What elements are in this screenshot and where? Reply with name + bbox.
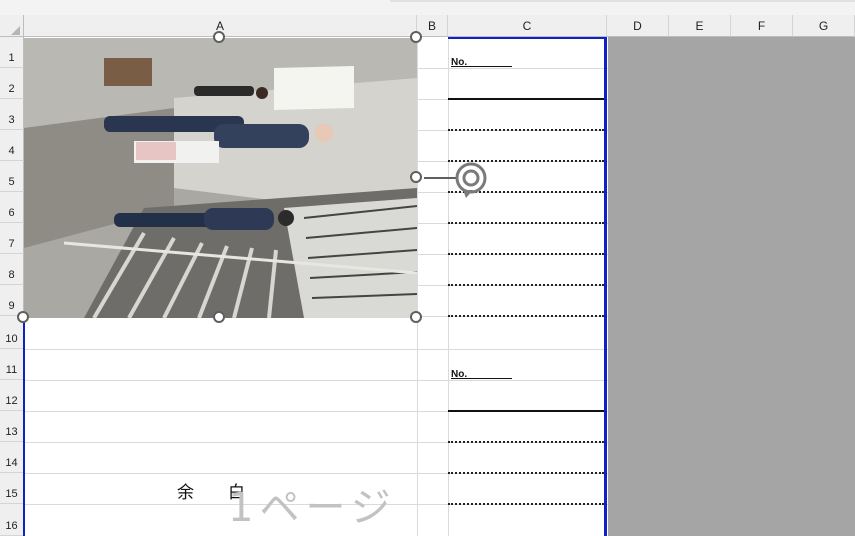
form-dotted-line — [448, 129, 604, 131]
column-header-g[interactable]: G — [793, 15, 855, 37]
row-header-5[interactable]: 5 — [0, 161, 24, 192]
select-all-triangle-icon[interactable] — [11, 26, 20, 35]
form-solid-line — [448, 98, 604, 100]
row-header-6[interactable]: 6 — [0, 192, 24, 223]
outside-print-area — [608, 37, 855, 536]
no-label: No. — [451, 369, 468, 380]
form-dotted-line — [448, 284, 604, 286]
resize-handle-bottom[interactable] — [213, 311, 225, 323]
page-break-watermark: 1ページ — [228, 485, 397, 531]
row-header-8[interactable]: 8 — [0, 254, 24, 285]
row-header-7[interactable]: 7 — [0, 223, 24, 254]
gridline — [448, 37, 449, 536]
row-header-11[interactable]: 11 — [0, 349, 24, 380]
row-header-2[interactable]: 2 — [0, 68, 24, 99]
row-header-16[interactable]: 16 — [0, 504, 24, 536]
gridline — [24, 349, 608, 350]
row-header-15[interactable]: 15 — [0, 473, 24, 504]
embedded-photo[interactable] — [24, 38, 417, 318]
resize-handle-right[interactable] — [410, 171, 422, 183]
formula-bar-divider — [390, 0, 855, 2]
photo-content — [24, 38, 417, 318]
form-dotted-line — [448, 472, 604, 474]
no-underline — [466, 378, 512, 379]
column-header-f[interactable]: F — [731, 15, 793, 37]
resize-handle-bottom-left[interactable] — [17, 311, 29, 323]
print-area-border-top — [448, 37, 607, 39]
row-header-14[interactable]: 14 — [0, 442, 24, 473]
column-header-e[interactable]: E — [669, 15, 731, 37]
resize-handle-top[interactable] — [213, 31, 225, 43]
row-header-1[interactable]: 1 — [0, 37, 24, 68]
formula-bar-edge — [0, 0, 855, 15]
form-dotted-line — [448, 441, 604, 443]
print-area-border-right — [604, 37, 607, 536]
no-underline — [466, 66, 512, 67]
form-dotted-line — [448, 253, 604, 255]
form-dotted-line — [448, 315, 604, 317]
resize-handle-top-right[interactable] — [410, 31, 422, 43]
column-header-b[interactable]: B — [417, 15, 448, 37]
form-dotted-line — [448, 222, 604, 224]
column-header-c[interactable]: C — [448, 15, 607, 37]
form-solid-line — [448, 410, 604, 412]
rotate-handle-connector — [424, 177, 456, 179]
resize-handle-bottom-right[interactable] — [410, 311, 422, 323]
print-area-border-left — [23, 318, 25, 536]
row-header-13[interactable]: 13 — [0, 411, 24, 442]
column-header-d[interactable]: D — [607, 15, 669, 37]
form-dotted-line — [448, 503, 604, 505]
row-header-12[interactable]: 12 — [0, 380, 24, 411]
gridline — [24, 380, 608, 381]
rotate-icon[interactable] — [453, 160, 489, 200]
no-label: No. — [451, 57, 468, 68]
row-header-3[interactable]: 3 — [0, 99, 24, 130]
row-header-4[interactable]: 4 — [0, 130, 24, 161]
gridline — [417, 37, 418, 536]
